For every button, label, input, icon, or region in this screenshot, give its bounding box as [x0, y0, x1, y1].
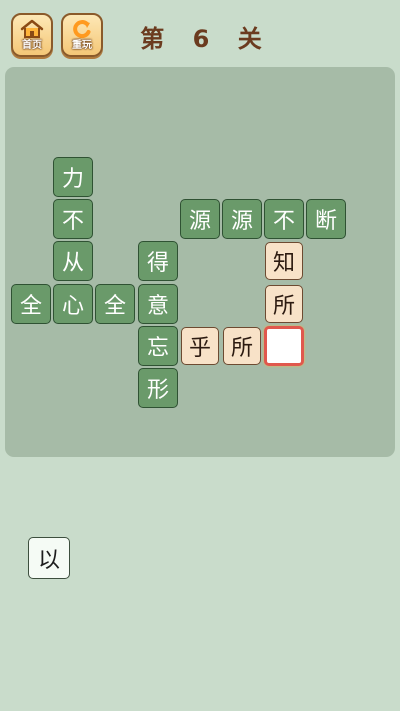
fixed-tile-bu-2: 不 — [264, 199, 304, 239]
fixed-tile-xin: 心 — [53, 284, 93, 324]
fixed-tile-yuan: 源 — [180, 199, 220, 239]
fixed-tile-wang: 忘 — [138, 326, 178, 366]
top-bar: 首页 重玩 第 6 关 — [0, 0, 400, 66]
fixed-tile-quan: 全 — [11, 284, 51, 324]
level-title: 第 6 关 — [140, 25, 272, 53]
fixed-tile-li: 力 — [53, 157, 93, 197]
fixed-tile-bu: 不 — [53, 199, 93, 239]
answer-tile-suo[interactable]: 所 — [265, 285, 303, 323]
fixed-tile-cong: 从 — [53, 241, 93, 281]
candidate-tile-yi[interactable]: 以 — [28, 537, 70, 579]
fixed-tile-de: 得 — [138, 241, 178, 281]
fixed-tile-yuan-2: 源 — [222, 199, 262, 239]
selected-blank-cell[interactable] — [264, 326, 304, 366]
fixed-tile-yi: 意 — [138, 284, 178, 324]
answer-tile-hu[interactable]: 乎 — [181, 327, 219, 365]
fixed-tile-xing: 形 — [138, 368, 178, 408]
answer-tile-zhi[interactable]: 知 — [265, 242, 303, 280]
fixed-tile-quan-2: 全 — [95, 284, 135, 324]
fixed-tile-duan: 断 — [306, 199, 346, 239]
answer-tile-suo-2[interactable]: 所 — [223, 327, 261, 365]
